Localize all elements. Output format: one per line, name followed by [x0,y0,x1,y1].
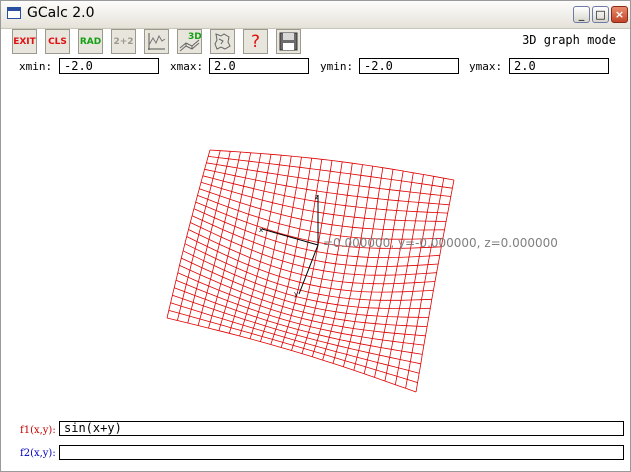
f1-label: f1(x,y): [20,425,56,436]
close-button[interactable]: × [611,6,628,23]
window-title: GCalc 2.0 [27,5,95,21]
maximize-button[interactable]: □ [592,6,609,23]
mesh-line [197,151,241,326]
surface-mesh [166,149,455,393]
z-axis-label: z [315,193,319,201]
save-button[interactable] [276,29,301,54]
f2-input[interactable] [59,445,624,460]
mesh-line [209,149,455,181]
ymin-label: ymin: [320,60,354,73]
xmin-label: xmin: [19,60,53,73]
title-bar[interactable]: GCalc 2.0 _ □ × [1,1,630,29]
graph-3d-button[interactable]: 3D [177,29,202,54]
ymax-field[interactable]: 2.0 [509,58,609,74]
ymax-label: ymax: [469,60,503,73]
toolbar: EXIT CLS RAD 2+2 3D ? 3D graph mode [1,29,630,56]
calculator-button[interactable]: 2+2 [111,29,136,54]
mesh-line [174,287,423,355]
exit-button[interactable]: EXIT [12,29,37,54]
map-icon [214,33,231,50]
y-axis-label: y [294,290,298,298]
mesh-line [384,174,424,382]
xmin-field[interactable]: -2.0 [59,58,159,74]
graph-3d-label: 3D [188,32,201,42]
app-window: GCalc 2.0 _ □ × EXIT CLS RAD 2+2 3D ? 3D… [0,0,631,472]
xmax-label: xmax: [170,60,204,73]
graph-2d-icon [148,33,166,50]
x-axis-label: x [259,226,263,234]
rad-button[interactable]: RAD [78,29,103,54]
mesh-line [172,294,421,365]
plot-canvas[interactable]: z x y =0.000000, y=-0.000000, z=0.000000 [2,77,630,417]
minimize-button[interactable]: _ [573,6,590,23]
f1-input[interactable]: sin(x+y) [59,421,624,436]
range-bar: xmin: -2.0 xmax: 2.0 ymin: -2.0 ymax: 2.… [1,58,630,76]
help-button[interactable]: ? [243,29,268,54]
coordinate-readout: =0.000000, y=-0.000000, z=0.000000 [323,236,558,250]
f2-label: f2(x,y): [20,448,56,459]
graph-3d-icon: 3D [179,32,201,52]
graph-2d-button[interactable] [144,29,169,54]
ymin-field[interactable]: -2.0 [359,58,459,74]
mode-label: 3D graph mode [522,33,616,47]
surface-plot[interactable]: z x y =0.000000, y=-0.000000, z=0.000000 [2,77,630,417]
mesh-line [170,302,420,374]
map-button[interactable] [210,29,235,54]
cls-button[interactable]: CLS [45,29,70,54]
xmax-field[interactable]: 2.0 [209,58,309,74]
mesh-line [363,170,404,374]
app-window-icon [7,7,21,19]
floppy-disk-icon [279,32,298,51]
